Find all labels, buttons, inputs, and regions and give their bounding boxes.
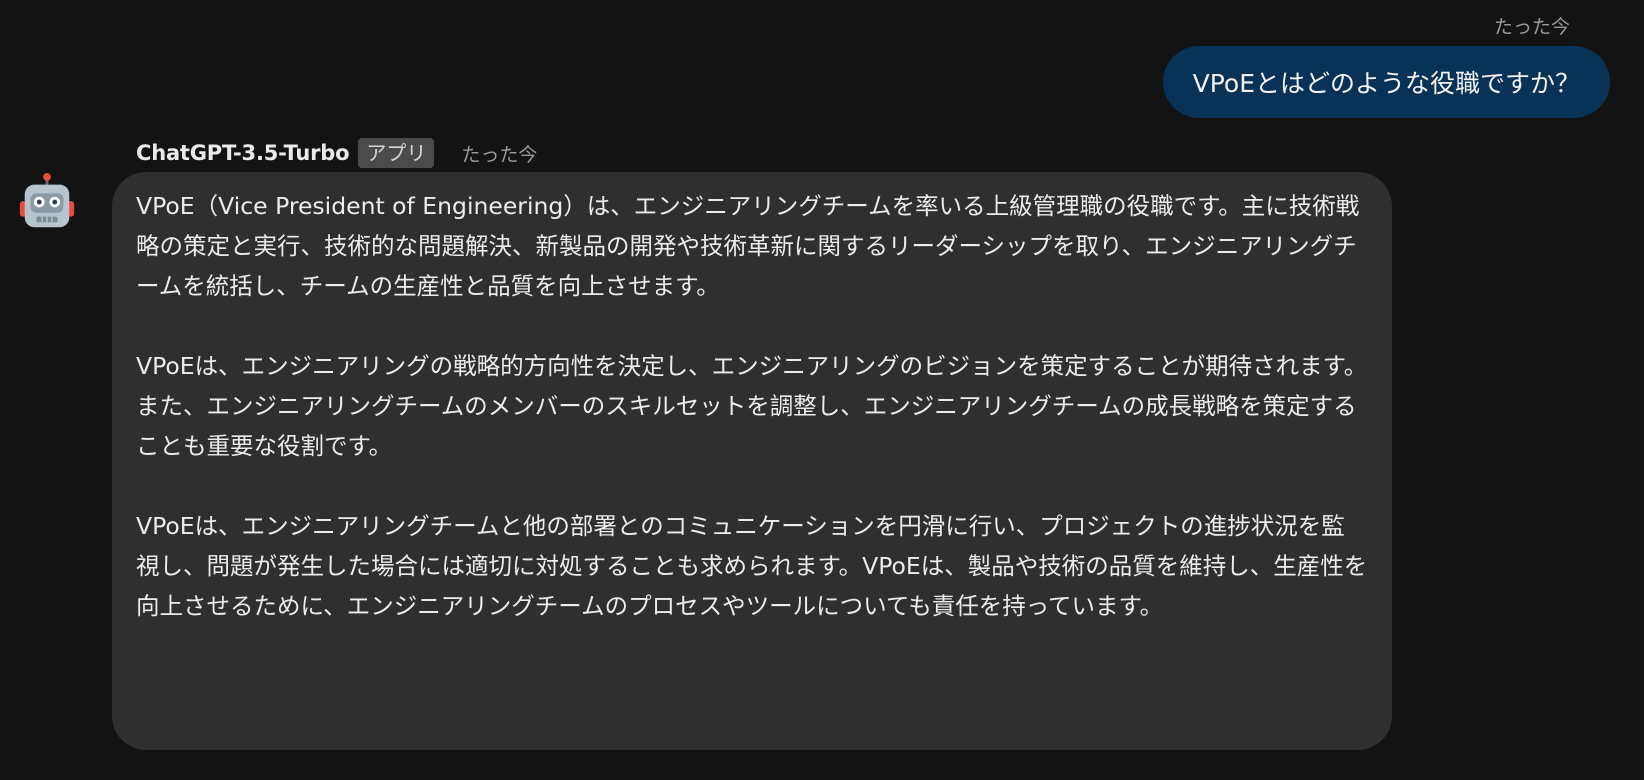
robot-icon[interactable] — [16, 172, 78, 234]
user-message-timestamp: たった今 — [1493, 16, 1570, 38]
bot-message-paragraph: VPoE（Vice President of Engineering）は、エンジ… — [136, 192, 1360, 300]
bot-message-paragraph: VPoEは、エンジニアリングの戦略的方向性を決定し、エンジニアリングのビジョンを… — [136, 352, 1368, 460]
app-badge: アプリ — [358, 138, 435, 168]
bot-message-timestamp: たった今 — [461, 143, 538, 166]
bot-message-paragraph: VPoEは、エンジニアリングチームと他の部署とのコミュニケーションを円滑に行い、… — [136, 512, 1368, 620]
bot-message-bubble: VPoE（Vice President of Engineering）は、エンジ… — [112, 172, 1392, 750]
user-message-bubble: VPoEとはどのような役職ですか？ — [1162, 46, 1610, 118]
bot-name[interactable]: ChatGPT-3.5-Turbo — [136, 141, 350, 165]
bot-message-header: ChatGPT-3.5-Turbo アプリ たった今 — [136, 137, 537, 169]
